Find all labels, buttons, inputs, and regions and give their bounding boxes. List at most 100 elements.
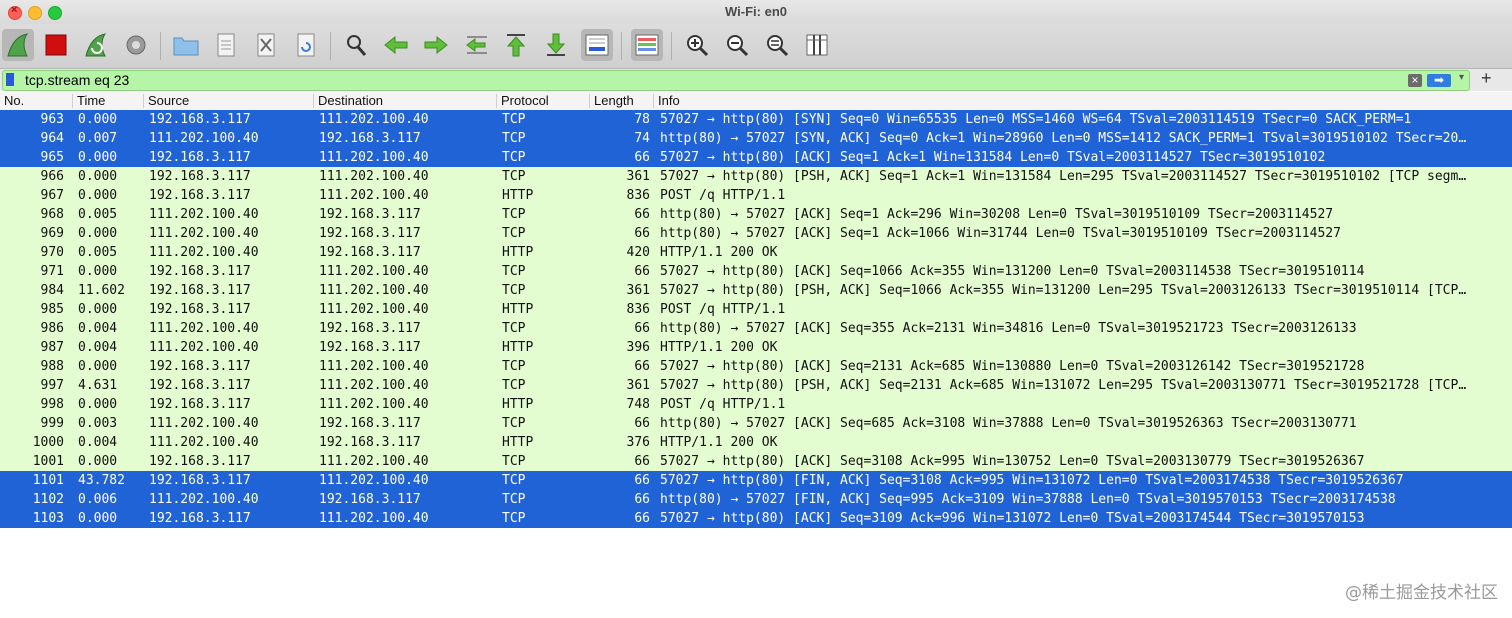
packet-row[interactable]: 969 0.000 111.202.100.40 192.168.3.117 TCP 66… <box>0 224 1512 243</box>
packet-time: 0.004 <box>78 321 118 336</box>
column-header-length[interactable]: Length <box>594 93 634 108</box>
packet-row[interactable]: 966 0.000 192.168.3.117 111.202.100.40 TCP 36… <box>0 167 1512 186</box>
packet-source: 111.202.100.40 <box>149 321 259 336</box>
packet-row[interactable]: 963 0.000 192.168.3.117 111.202.100.40 TCP 78… <box>0 110 1512 129</box>
packet-destination: 111.202.100.40 <box>319 302 429 317</box>
packet-source: 192.168.3.117 <box>149 454 251 469</box>
packet-length: 361 <box>626 283 650 298</box>
packet-row[interactable]: 971 0.000 192.168.3.117 111.202.100.40 TCP 66… <box>0 262 1512 281</box>
packet-protocol: TCP <box>502 264 526 279</box>
window-maximize-button[interactable] <box>48 6 62 20</box>
go-forward-icon[interactable] <box>420 29 452 61</box>
apply-filter-icon[interactable]: ➡ <box>1427 74 1451 87</box>
packet-protocol: TCP <box>502 454 526 469</box>
packet-number: 1000 <box>32 435 64 450</box>
save-file-icon[interactable] <box>210 29 242 61</box>
packet-row[interactable]: 1101 43.782 192.168.3.117 111.202.100.40 TCP… <box>0 471 1512 490</box>
packet-source: 111.202.100.40 <box>149 207 259 222</box>
column-header-info[interactable]: Info <box>658 93 680 108</box>
packet-row[interactable]: 984 11.602 192.168.3.117 111.202.100.40 TCP 3… <box>0 281 1512 300</box>
packet-number: 967 <box>40 188 64 203</box>
packet-info: 57027 → http(80) [SYN] Seq=0 Win=65535 L… <box>660 112 1412 127</box>
packet-destination: 111.202.100.40 <box>319 169 429 184</box>
packet-row[interactable]: 965 0.000 192.168.3.117 111.202.100.40 TCP 66… <box>0 148 1512 167</box>
packet-row[interactable]: 1000 0.004 111.202.100.40 192.168.3.117 HTTP… <box>0 433 1512 452</box>
packet-row[interactable]: 988 0.000 192.168.3.117 111.202.100.40 TCP 66… <box>0 357 1512 376</box>
capture-options-gear-icon[interactable] <box>120 29 152 61</box>
bookmark-icon[interactable] <box>6 73 14 86</box>
packet-protocol: TCP <box>502 473 526 488</box>
column-header-time[interactable]: Time <box>77 93 105 108</box>
window-minimize-button[interactable] <box>28 6 42 20</box>
packet-number: 984 <box>40 283 64 298</box>
packet-protocol: HTTP <box>502 340 534 355</box>
packet-info: 57027 → http(80) [PSH, ACK] Seq=1066 Ack… <box>660 283 1467 298</box>
packet-row[interactable]: 999 0.003 111.202.100.40 192.168.3.117 TCP 66… <box>0 414 1512 433</box>
packet-destination: 111.202.100.40 <box>319 473 429 488</box>
find-packet-icon[interactable] <box>340 29 372 61</box>
restart-capture-icon[interactable] <box>80 29 112 61</box>
packet-time: 0.005 <box>78 207 118 222</box>
packet-row[interactable]: 1102 0.006 111.202.100.40 192.168.3.117 TCP 6… <box>0 490 1512 509</box>
auto-scroll-icon[interactable] <box>581 29 613 61</box>
packet-destination: 111.202.100.40 <box>319 454 429 469</box>
packet-destination: 192.168.3.117 <box>319 492 421 507</box>
open-folder-icon[interactable] <box>170 29 202 61</box>
column-header-destination[interactable]: Destination <box>318 93 383 108</box>
packet-source: 192.168.3.117 <box>149 359 251 374</box>
filter-dropdown-icon[interactable]: ▾ <box>1459 72 1464 83</box>
shark-fin-start-icon[interactable] <box>2 29 34 61</box>
packet-row[interactable]: 1103 0.000 192.168.3.117 111.202.100.40 TCP 6… <box>0 509 1512 528</box>
normal-size-icon[interactable] <box>761 29 793 61</box>
packet-protocol: TCP <box>502 359 526 374</box>
packet-info: HTTP/1.1 200 OK <box>660 340 778 355</box>
close-file-icon[interactable] <box>250 29 282 61</box>
column-header-source[interactable]: Source <box>148 93 189 108</box>
packet-info: http(80) → 57027 [ACK] Seq=355 Ack=2131 … <box>660 321 1357 336</box>
colorize-icon[interactable] <box>631 29 663 61</box>
display-filter-input[interactable]: tcp.stream eq 23 × ➡ ▾ <box>2 70 1470 91</box>
watermark: @稀土掘金技术社区 <box>1345 583 1498 603</box>
packet-time: 0.000 <box>78 112 118 127</box>
go-first-icon[interactable] <box>500 29 532 61</box>
packet-row[interactable]: 968 0.005 111.202.100.40 192.168.3.117 TCP 66… <box>0 205 1512 224</box>
window-close-button[interactable] <box>8 4 22 20</box>
column-header-protocol[interactable]: Protocol <box>501 93 549 108</box>
packet-row[interactable]: 970 0.005 111.202.100.40 192.168.3.117 HTTP 4… <box>0 243 1512 262</box>
packet-info: 57027 → http(80) [FIN, ACK] Seq=3108 Ack… <box>660 473 1404 488</box>
packet-info: POST /q HTTP/1.1 <box>660 188 786 203</box>
go-to-packet-icon[interactable] <box>460 29 492 61</box>
packet-row[interactable]: 1001 0.000 192.168.3.117 111.202.100.40 TCP 6… <box>0 452 1512 471</box>
packet-row[interactable]: 986 0.004 111.202.100.40 192.168.3.117 TCP 66… <box>0 319 1512 338</box>
packet-time: 0.000 <box>78 511 118 526</box>
reload-file-icon[interactable] <box>290 29 322 61</box>
packet-info: 57027 → http(80) [ACK] Seq=2131 Ack=685 … <box>660 359 1365 374</box>
packet-row[interactable]: 985 0.000 192.168.3.117 111.202.100.40 HTTP 8… <box>0 300 1512 319</box>
zoom-out-icon[interactable] <box>721 29 753 61</box>
packet-protocol: TCP <box>502 207 526 222</box>
packet-number: 986 <box>40 321 64 336</box>
packet-row[interactable]: 967 0.000 192.168.3.117 111.202.100.40 HTTP 8… <box>0 186 1512 205</box>
packet-time: 0.006 <box>78 492 118 507</box>
packet-info: HTTP/1.1 200 OK <box>660 435 778 450</box>
packet-source: 111.202.100.40 <box>149 245 259 260</box>
packet-info: 57027 → http(80) [ACK] Seq=1066 Ack=355 … <box>660 264 1365 279</box>
resize-columns-icon[interactable] <box>801 29 833 61</box>
packet-row[interactable]: 997 4.631 192.168.3.117 111.202.100.40 TCP 36… <box>0 376 1512 395</box>
clear-filter-icon[interactable]: × <box>1408 74 1422 87</box>
packet-row[interactable]: 987 0.004 111.202.100.40 192.168.3.117 HTTP 3… <box>0 338 1512 357</box>
go-back-icon[interactable] <box>380 29 412 61</box>
filter-expression[interactable]: tcp.stream eq 23 <box>25 72 129 88</box>
packet-destination: 111.202.100.40 <box>319 264 429 279</box>
go-last-icon[interactable] <box>540 29 572 61</box>
packet-protocol: HTTP <box>502 397 534 412</box>
packet-destination: 192.168.3.117 <box>319 131 421 146</box>
packet-destination: 111.202.100.40 <box>319 283 429 298</box>
packet-row[interactable]: 964 0.007 111.202.100.40 192.168.3.117 TCP 74… <box>0 129 1512 148</box>
zoom-in-icon[interactable] <box>681 29 713 61</box>
add-filter-button[interactable]: + <box>1481 68 1492 89</box>
packet-row[interactable]: 998 0.000 192.168.3.117 111.202.100.40 HTTP 7… <box>0 395 1512 414</box>
stop-square-icon[interactable] <box>40 29 72 61</box>
packet-length: 361 <box>626 378 650 393</box>
column-header-no[interactable]: No. <box>4 93 24 108</box>
